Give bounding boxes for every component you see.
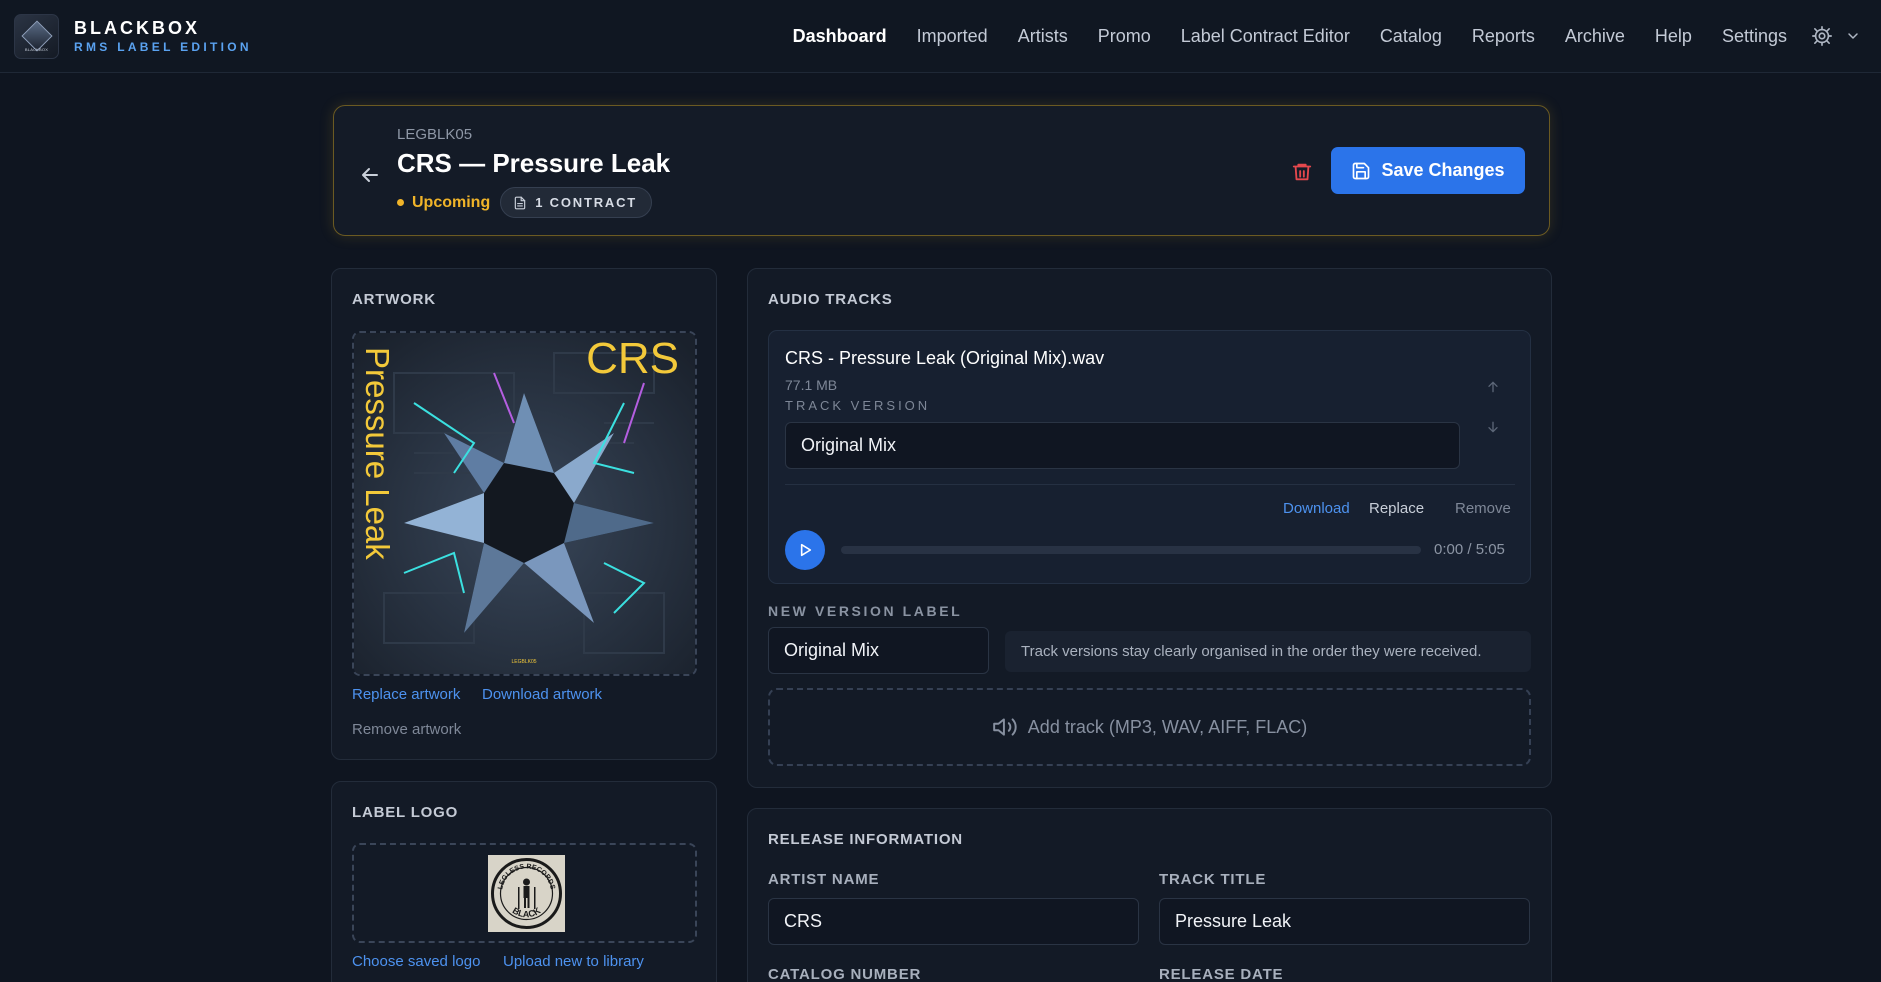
save-icon — [1353, 162, 1370, 179]
document-icon — [514, 196, 526, 209]
gear-icon[interactable] — [1811, 25, 1833, 47]
track-remove-link[interactable]: Remove — [1455, 500, 1511, 517]
artwork-title-text: Pressure Leak — [359, 347, 396, 560]
brand-logo-text: BLACKBOX — [24, 46, 49, 52]
brand-text: BLACKBOX RMS LABEL EDITION — [74, 18, 252, 54]
nav-reports[interactable]: Reports — [1472, 26, 1535, 47]
track-title-input[interactable]: Pressure Leak — [1159, 898, 1530, 945]
label-logo-image: LEGLESS RECORDS BLACK — [488, 855, 565, 932]
replace-artwork-link[interactable]: Replace artwork — [352, 686, 460, 703]
track-version-label: TRACK VERSION — [785, 398, 931, 413]
add-track-label: Add track (MP3, WAV, AIFF, FLAC) — [1027, 716, 1308, 737]
track-version-input[interactable]: Original Mix — [785, 422, 1460, 469]
label-logo-dropzone[interactable]: LEGLESS RECORDS BLACK — [352, 843, 697, 943]
release-info-title: RELEASE INFORMATION — [768, 831, 963, 848]
page-title: CRS — Pressure Leak — [397, 148, 671, 178]
back-arrow-icon[interactable] — [358, 163, 382, 187]
arrow-down-icon[interactable] — [1485, 419, 1501, 435]
save-changes-button[interactable]: Save Changes — [1331, 147, 1525, 194]
audio-tracks-panel: AUDIO TRACKS CRS - Pressure Leak (Origin… — [747, 268, 1552, 788]
new-version-input[interactable]: Original Mix — [768, 627, 989, 674]
upload-logo-link[interactable]: Upload new to library — [503, 953, 644, 970]
label-logo-panel: LABEL LOGO LEGLESS RECORDS BLACK Choose … — [331, 781, 717, 982]
choose-saved-logo-link[interactable]: Choose saved logo — [352, 953, 480, 970]
artwork-code-text: LEGBLK05 — [511, 659, 536, 665]
release-info-panel: RELEASE INFORMATION ARTIST NAME CRS TRAC… — [747, 808, 1552, 982]
nav-artists[interactable]: Artists — [1018, 26, 1068, 47]
status-dot — [397, 199, 404, 206]
trash-icon[interactable] — [1291, 161, 1313, 183]
nav-archive[interactable]: Archive — [1565, 26, 1625, 47]
nav-label-contract-editor[interactable]: Label Contract Editor — [1181, 26, 1350, 47]
artwork-image[interactable]: Pressure Leak CRS LEGBLK05 — [352, 331, 697, 676]
artwork-graphic: Pressure Leak CRS LEGBLK05 — [354, 333, 695, 674]
brand-logo: BLACKBOX — [14, 13, 59, 59]
artist-name-label: ARTIST NAME — [768, 871, 880, 888]
contract-chip[interactable]: 1 CONTRACT — [500, 187, 652, 218]
artwork-artist-text: CRS — [586, 334, 679, 383]
label-logo-title: LABEL LOGO — [352, 804, 459, 821]
nav-help[interactable]: Help — [1655, 26, 1692, 47]
new-version-label: NEW VERSION LABEL — [768, 603, 963, 619]
track-filename: CRS - Pressure Leak (Original Mix).wav — [785, 348, 1105, 368]
nav-catalog[interactable]: Catalog — [1380, 26, 1442, 47]
artist-name-input[interactable]: CRS — [768, 898, 1139, 945]
brand-name: BLACKBOX — [74, 18, 200, 38]
contract-chip-label: 1 CONTRACT — [535, 195, 637, 210]
download-artwork-link[interactable]: Download artwork — [482, 686, 602, 703]
main-nav: Dashboard Imported Artists Promo Label C… — [793, 0, 1787, 73]
release-header-card: LEGBLK05 CRS — Pressure Leak Upcoming 1 … — [333, 105, 1550, 236]
nav-settings[interactable]: Settings — [1722, 26, 1787, 47]
speaker-icon — [992, 718, 1017, 736]
audio-progress-bar[interactable] — [841, 546, 1421, 554]
nav-dashboard[interactable]: Dashboard — [793, 26, 887, 47]
track-download-link[interactable]: Download — [1283, 500, 1350, 517]
artwork-title: ARTWORK — [352, 291, 436, 308]
nav-imported[interactable]: Imported — [917, 26, 988, 47]
brand-subtitle: RMS LABEL EDITION — [74, 40, 252, 54]
play-button[interactable] — [785, 530, 825, 570]
version-hint: Track versions stay clearly organised in… — [1005, 631, 1531, 672]
play-icon — [800, 543, 812, 557]
top-navbar: BLACKBOX BLACKBOX RMS LABEL EDITION Dash… — [0, 0, 1881, 73]
chevron-down-icon[interactable] — [1845, 28, 1861, 44]
add-track-dropzone[interactable]: Add track (MP3, WAV, AIFF, FLAC) — [768, 688, 1531, 766]
status-label: Upcoming — [412, 193, 491, 211]
remove-artwork-link[interactable]: Remove artwork — [352, 721, 461, 738]
track-title-label: TRACK TITLE — [1159, 871, 1267, 888]
release-meta: Upcoming 1 CONTRACT — [397, 187, 652, 218]
arrow-up-icon[interactable] — [1485, 379, 1501, 395]
track-filesize: 77.1 MB — [785, 377, 838, 393]
nav-promo[interactable]: Promo — [1098, 26, 1151, 47]
catalog-number-label: CATALOG NUMBER — [768, 966, 922, 982]
track-replace-link[interactable]: Replace — [1369, 500, 1424, 517]
track-divider — [785, 484, 1515, 485]
label-logo-graphic: LEGLESS RECORDS BLACK — [488, 855, 565, 932]
save-changes-label: Save Changes — [1381, 160, 1505, 180]
audio-tracks-title: AUDIO TRACKS — [768, 291, 893, 308]
track-time: 0:00 / 5:05 — [1434, 541, 1505, 558]
release-code: LEGBLK05 — [397, 126, 473, 143]
status-badge: Upcoming — [397, 194, 490, 212]
brand[interactable]: BLACKBOX BLACKBOX RMS LABEL EDITION — [14, 13, 252, 59]
release-date-label: RELEASE DATE — [1159, 966, 1284, 982]
artwork-panel: ARTWORK Pressure Leak CRS LEGBLK05 Repla… — [331, 268, 717, 760]
track-card: CRS - Pressure Leak (Original Mix).wav 7… — [768, 330, 1531, 584]
